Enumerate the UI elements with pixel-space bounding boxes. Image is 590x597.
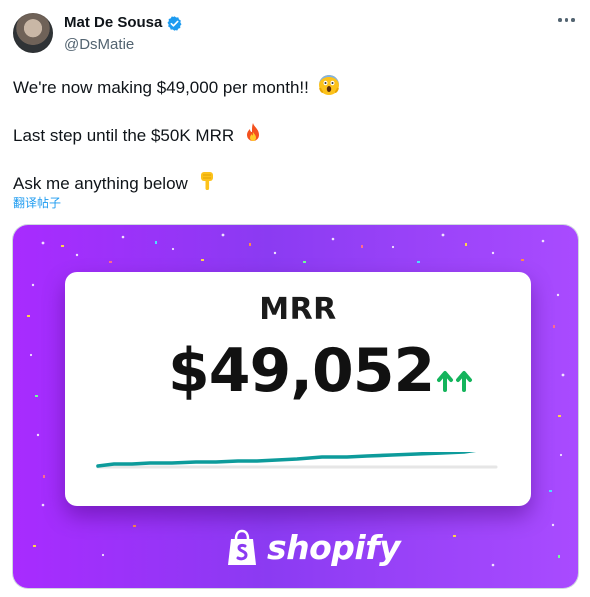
translate-post-link[interactable]: 翻译帖子 bbox=[13, 194, 61, 211]
shopify-wordmark: shopify bbox=[267, 528, 401, 567]
shopify-bag-icon bbox=[228, 529, 256, 565]
verified-badge-icon bbox=[167, 15, 182, 31]
more-options-icon[interactable] bbox=[558, 18, 576, 24]
author-handle[interactable]: @DsMatie bbox=[64, 35, 134, 55]
mrr-trend-chart bbox=[96, 452, 498, 469]
pointing-down-emoji-icon bbox=[200, 172, 213, 190]
tweet-text-3: Ask me anything below bbox=[13, 174, 188, 193]
author-avatar[interactable] bbox=[13, 13, 53, 53]
tweet-line-2: Last step until the $50K MRR bbox=[13, 122, 263, 147]
tweet-line-3: Ask me anything below bbox=[13, 170, 217, 195]
tweet-line-1: We're now making $49,000 per month!! bbox=[13, 74, 340, 99]
mrr-label: MRR bbox=[259, 292, 337, 327]
mrr-trend-line bbox=[96, 452, 477, 468]
mrr-card: MRR $49,052 bbox=[65, 272, 531, 506]
tweet-text-2: Last step until the $50K MRR bbox=[13, 126, 235, 145]
author-name[interactable]: Mat De Sousa bbox=[64, 13, 162, 33]
trend-up-arrows-icon bbox=[437, 371, 472, 392]
face-screaming-emoji-icon bbox=[318, 75, 339, 95]
fire-emoji-icon bbox=[246, 123, 259, 141]
mrr-value: $49,052 bbox=[168, 336, 435, 406]
tweet-media-image[interactable]: MRR $49,052 shopify bbox=[13, 225, 578, 588]
shopify-logo: shopify bbox=[225, 528, 401, 567]
tweet-text-1: We're now making $49,000 per month!! bbox=[13, 78, 309, 97]
